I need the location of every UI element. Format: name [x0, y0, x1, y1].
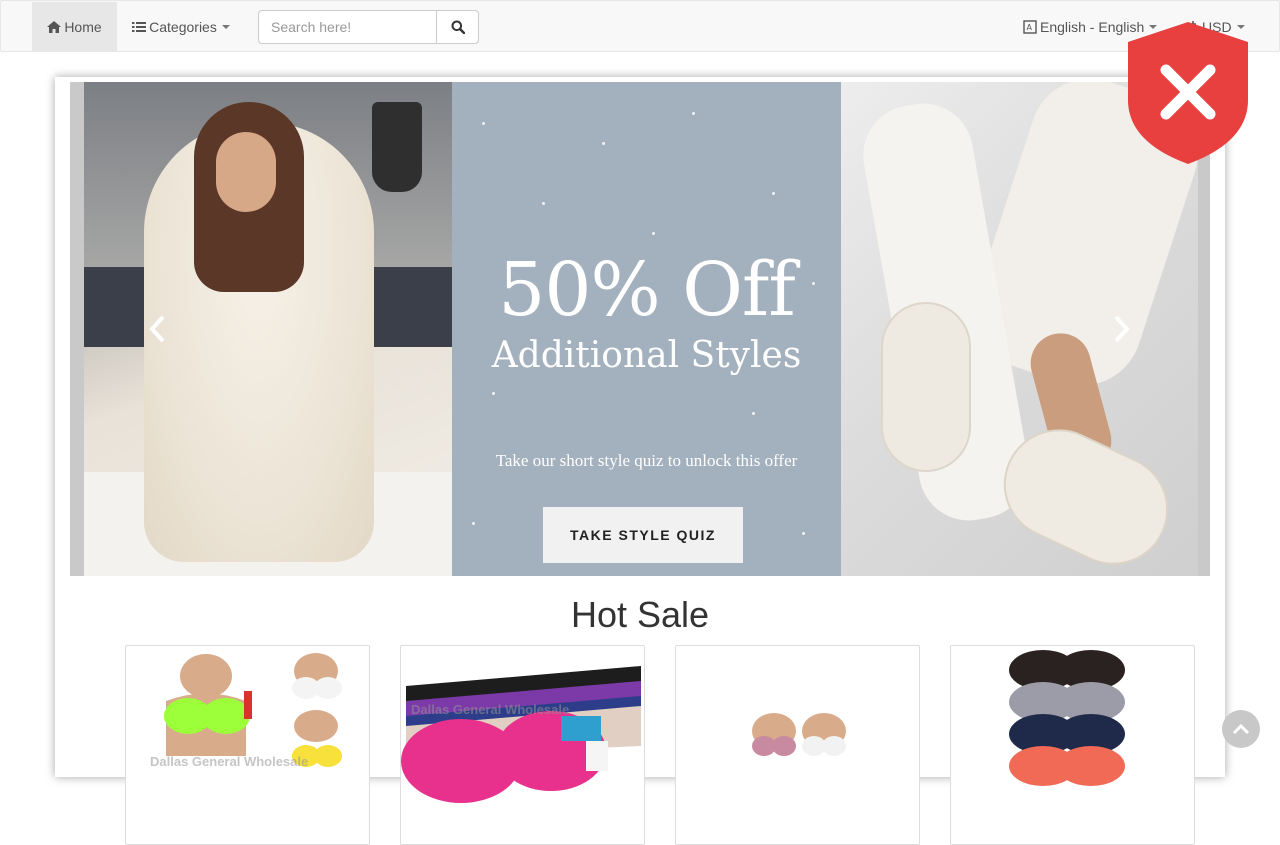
chevron-left-icon: [149, 315, 165, 343]
product-watermark: Dallas General Wholesale: [150, 754, 309, 769]
security-badge: [1126, 20, 1250, 166]
hot-sale-heading: Hot Sale: [570, 594, 710, 635]
search-icon: [451, 20, 465, 34]
snow-dot: [802, 532, 805, 535]
photo-slipper: [881, 302, 971, 472]
product-image: [752, 713, 846, 756]
nav-categories-dropdown[interactable]: Categories: [121, 2, 241, 52]
snow-dot: [482, 122, 485, 125]
take-style-quiz-button[interactable]: TAKE STYLE QUIZ: [543, 507, 743, 563]
svg-text:A: A: [1027, 23, 1033, 32]
snow-dot: [772, 192, 775, 195]
promo-note: Take our short style quiz to unlock this…: [495, 451, 798, 470]
snow-dot: [472, 522, 475, 525]
carousel-photo-woman: [84, 82, 452, 576]
search-input[interactable]: [258, 10, 436, 44]
snow-dot: [492, 392, 495, 395]
promo-headline: 50% Off: [498, 247, 795, 333]
snow-dot: [652, 232, 655, 235]
product-watermark: Dallas General Wholesale: [411, 702, 570, 717]
nav-home-link[interactable]: Home: [32, 2, 117, 52]
carousel-next-button[interactable]: [1106, 314, 1136, 344]
arrow-up-icon: [1232, 723, 1250, 735]
promo-subheadline: Additional Styles: [491, 335, 802, 376]
shield-x-icon: [1128, 22, 1248, 164]
main-panel: 50% Off Additional Styles Take our short…: [55, 77, 1225, 845]
list-icon: [132, 22, 147, 32]
search-button[interactable]: [436, 10, 479, 44]
photo-lamp: [372, 102, 422, 192]
product-card[interactable]: Dallas General Wholesale: [125, 645, 370, 845]
product-card[interactable]: [950, 645, 1195, 845]
top-navbar: Home Categories A English - English USD: [0, 0, 1280, 52]
search-form: [258, 10, 479, 44]
chevron-down-icon: [221, 25, 230, 29]
home-icon: [47, 21, 62, 33]
back-to-top-button[interactable]: [1222, 710, 1260, 748]
product-image: [164, 653, 342, 767]
language-icon: A: [1023, 20, 1037, 34]
chevron-right-icon: [1114, 315, 1130, 343]
product-card[interactable]: Dallas General Wholesale: [400, 645, 645, 845]
snow-dot: [602, 142, 605, 145]
photo-face: [216, 132, 276, 212]
snow-dot: [542, 202, 545, 205]
product-card[interactable]: [675, 645, 920, 845]
product-image: [401, 666, 641, 803]
snow-dot: [692, 112, 695, 115]
carousel-promo-panel: 50% Off Additional Styles Take our short…: [452, 82, 841, 576]
nav-categories-label: Categories: [149, 19, 217, 35]
promo-carousel[interactable]: 50% Off Additional Styles Take our short…: [70, 82, 1210, 576]
nav-home-label: Home: [64, 19, 102, 35]
snow-dot: [752, 412, 755, 415]
product-image: [1009, 650, 1125, 786]
carousel-prev-button[interactable]: [143, 314, 173, 344]
